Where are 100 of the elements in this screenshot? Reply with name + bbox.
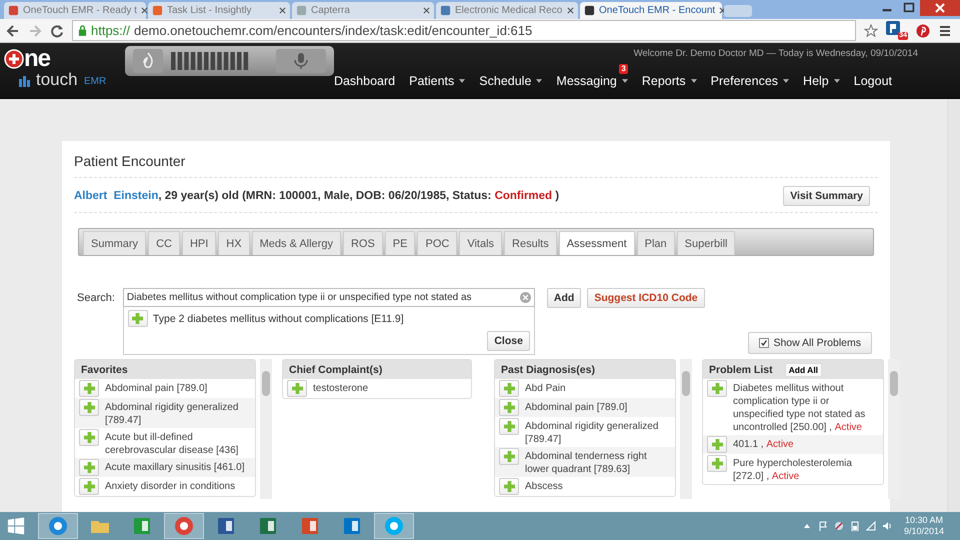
list-item[interactable]: Abscess	[525, 478, 563, 493]
nav-menu-item[interactable]: Messaging 3	[556, 64, 628, 88]
menu-icon[interactable]	[938, 24, 952, 38]
list-item[interactable]: Diabetes mellitus without complication type ii or unspecified type not stated as uncontrolled [250.00] , Active	[733, 380, 879, 434]
microphone-icon[interactable]	[276, 49, 326, 73]
section-tab[interactable]: HX	[218, 231, 250, 255]
section-tab[interactable]: Vitals	[459, 231, 502, 255]
close-tab-icon[interactable]	[140, 7, 148, 14]
caret-icon	[536, 79, 542, 83]
favicon-icon	[8, 5, 19, 16]
section-tab[interactable]: POC	[417, 231, 458, 255]
reload-icon[interactable]	[50, 24, 64, 38]
add-button[interactable]	[79, 399, 99, 416]
section-tab[interactable]: PE	[384, 231, 416, 255]
patient-name-link[interactable]: Albert	[74, 190, 108, 202]
scrollbar[interactable]	[260, 359, 272, 499]
section-tab[interactable]: Assessment	[558, 231, 635, 255]
add-button[interactable]	[499, 478, 519, 495]
caret-icon	[834, 79, 840, 83]
caret-icon	[459, 79, 466, 83]
add-button[interactable]	[707, 455, 727, 472]
nav-menu-item[interactable]: Preferences	[710, 74, 790, 88]
panel-title: Favorites	[81, 364, 128, 376]
list-item[interactable]: Abdominal rigidity generalized [789.47]	[525, 418, 671, 446]
list-item[interactable]: Abdominal pain [789.0]	[105, 380, 208, 395]
add-button[interactable]	[128, 310, 148, 327]
nav-menu-item[interactable]: Dashboard	[334, 74, 396, 88]
plus-icon	[504, 481, 514, 492]
list-item[interactable]: Acute but ill-defined cerebrovascular disease [436]	[105, 429, 251, 457]
section-tab[interactable]: Plan	[636, 231, 675, 255]
back-icon[interactable]	[6, 24, 20, 38]
add-button[interactable]: Add	[546, 288, 582, 308]
pin-logo-icon[interactable]	[916, 24, 930, 38]
add-button[interactable]	[499, 448, 519, 465]
add-button[interactable]	[287, 380, 307, 397]
scrollbar[interactable]	[680, 359, 692, 499]
plus-icon	[712, 383, 722, 394]
section-tab[interactable]: Meds & Allergy	[252, 231, 341, 255]
section-tab[interactable]: HPI	[182, 231, 216, 255]
add-button[interactable]	[499, 380, 519, 397]
list-item[interactable]: Anxiety disorder in conditions	[105, 478, 236, 493]
close-button[interactable]: Close	[487, 331, 530, 351]
add-button[interactable]	[79, 459, 99, 476]
caret-icon	[690, 79, 697, 83]
add-button[interactable]	[707, 436, 727, 453]
caret-icon	[783, 79, 790, 83]
nav-menu-item[interactable]: Schedule	[479, 74, 542, 88]
flag-icon[interactable]	[818, 521, 828, 531]
add-button[interactable]	[79, 429, 99, 446]
nav-menu-item[interactable]: Patients	[409, 74, 466, 88]
page-scrollbar[interactable]	[947, 99, 960, 512]
plus-icon	[504, 383, 514, 394]
plus-icon	[504, 402, 514, 413]
close-tab-icon[interactable]	[567, 7, 574, 14]
checkbox[interactable]	[759, 338, 770, 348]
close-tab-icon[interactable]	[279, 7, 286, 14]
start-icon[interactable]	[6, 517, 26, 535]
add-button[interactable]	[79, 478, 99, 495]
browser-tab[interactable]: OneTouch EMR - Encount	[580, 2, 722, 19]
section-tab[interactable]: Summary	[83, 231, 146, 255]
taskbar-button[interactable]	[374, 513, 414, 539]
welcome-text: Welcome Dr. Demo Doctor MD — Today is Wednesday, 09/10/2014	[634, 47, 919, 59]
close-icon[interactable]	[920, 0, 960, 16]
list-item[interactable]: Abd Pain	[525, 380, 566, 395]
add-button[interactable]	[499, 399, 519, 416]
add-button[interactable]	[79, 380, 99, 397]
close-tab-icon[interactable]	[423, 7, 430, 14]
taskbar-button[interactable]	[164, 513, 204, 539]
taskbar-button[interactable]	[38, 513, 78, 539]
nav-menu-item[interactable]: Reports	[642, 74, 697, 88]
address-field[interactable]: https:// demo.onetouchemr.com/encounters/index/task:edit/encounter_id:615	[72, 20, 856, 41]
suggest-code-button[interactable]: Suggest ICD10 Code	[587, 288, 705, 308]
result-item[interactable]: Type 2 diabetes mellitus without complications [E11.9]	[152, 312, 404, 324]
app-logo[interactable]: ne touch EMR	[0, 43, 117, 98]
close-tab-icon[interactable]	[719, 7, 726, 14]
add-button[interactable]	[499, 418, 519, 435]
add-all-button[interactable]: Add All	[784, 362, 822, 376]
show-all-problems-toggle[interactable]: Show All Problems	[748, 332, 872, 354]
favicon-icon	[440, 5, 451, 16]
add-button[interactable]	[707, 380, 727, 397]
lock-icon	[78, 25, 87, 36]
speaker-icon[interactable]	[882, 521, 892, 531]
section-tab[interactable]: Results	[504, 231, 557, 255]
nav-menu-item[interactable]: Help	[803, 74, 840, 88]
patient-name-link[interactable]: Einstein	[114, 190, 158, 202]
section-tab[interactable]: CC	[148, 231, 180, 255]
list-item[interactable]: Pure hypercholesterolemia [272.0] , Active	[733, 455, 879, 483]
battery-icon[interactable]	[850, 521, 860, 531]
visit-summary-button[interactable]: Visit Summary	[783, 186, 870, 206]
signal-icon[interactable]	[866, 521, 876, 531]
section-tab[interactable]: Superbill	[676, 231, 736, 255]
forward-icon[interactable]	[28, 24, 42, 38]
list-item[interactable]: testosterone	[313, 380, 368, 395]
star-icon[interactable]	[864, 24, 878, 38]
flame-icon[interactable]	[132, 49, 163, 73]
section-tab[interactable]: ROS	[342, 231, 383, 255]
clear-icon[interactable]	[520, 292, 531, 303]
nav-menu-item[interactable]: Logout	[854, 74, 892, 88]
search-field[interactable]: Diabetes mellitus without complication type ii or unspecified type not stated as	[122, 288, 535, 307]
network-icon[interactable]	[834, 521, 844, 531]
